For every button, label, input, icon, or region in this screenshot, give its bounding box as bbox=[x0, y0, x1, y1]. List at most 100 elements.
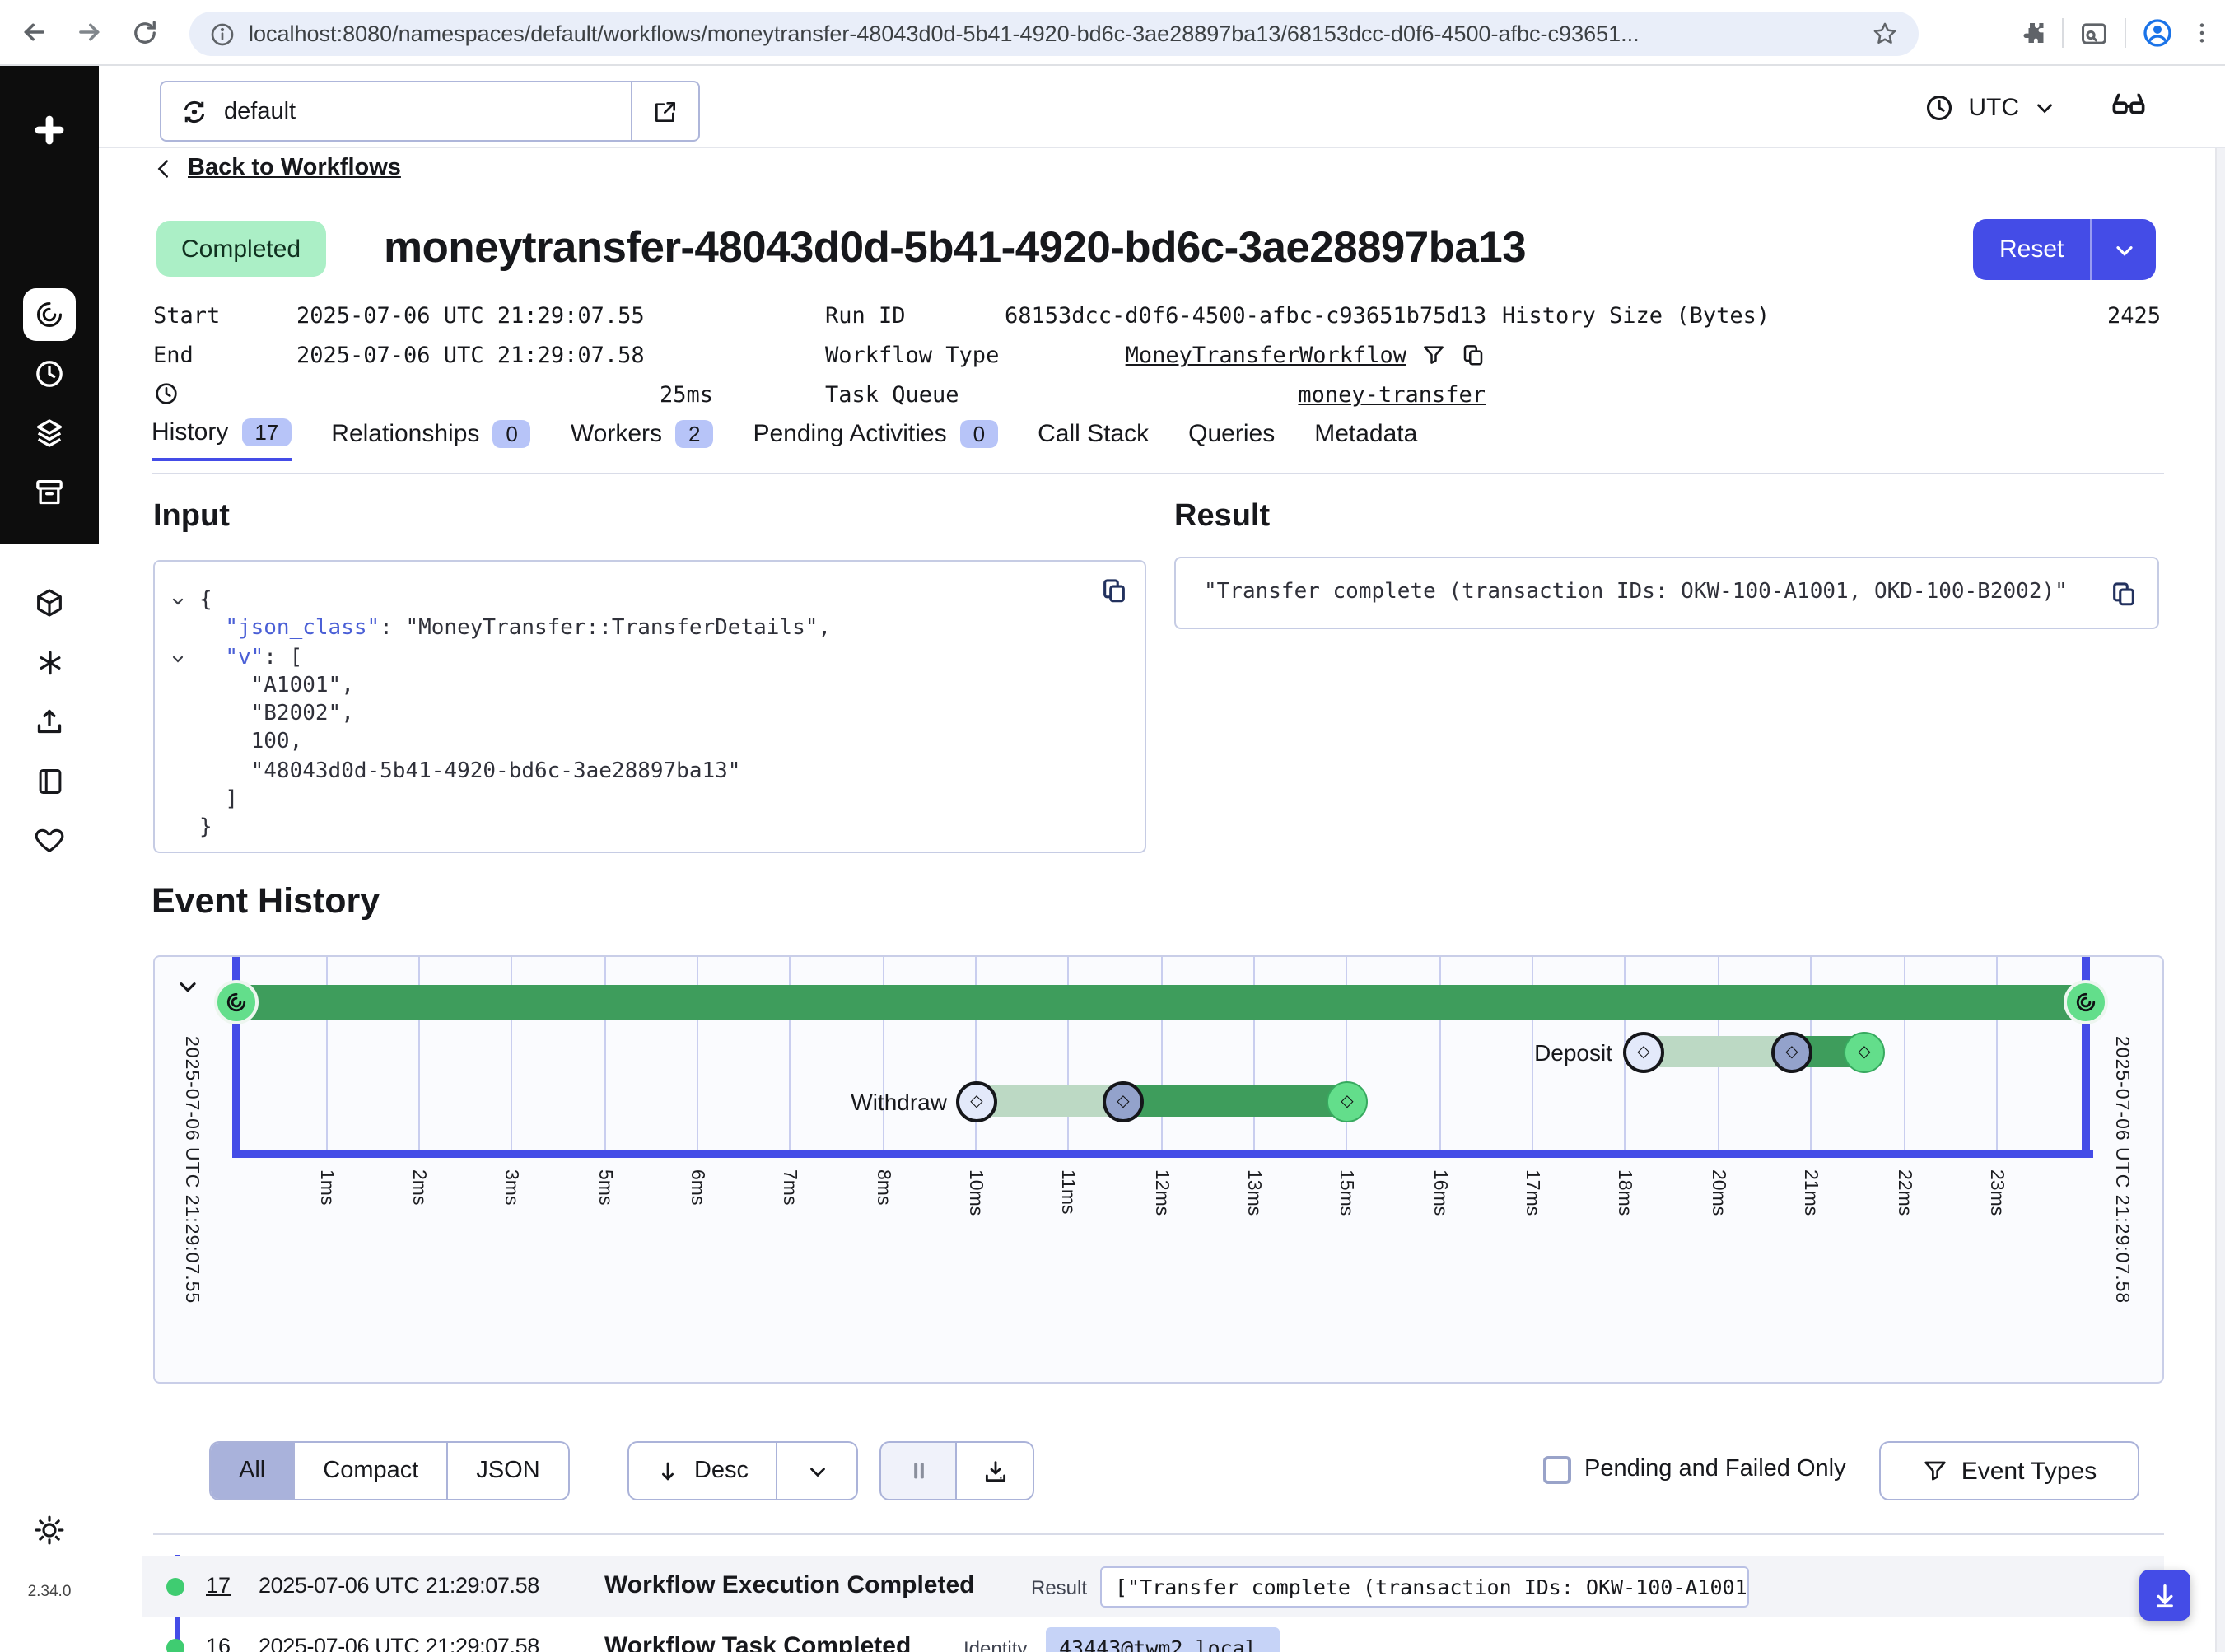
workflow-title: moneytransfer-48043d0d-5b41-4920-bd6c-3a… bbox=[384, 222, 1526, 273]
tab-history[interactable]: History17 bbox=[152, 418, 292, 461]
activity-started-marker[interactable]: ◇ bbox=[1771, 1032, 1812, 1073]
tab-relationships[interactable]: Relationships0 bbox=[331, 418, 531, 461]
workflow-start-marker[interactable] bbox=[214, 980, 259, 1024]
menu-dots-icon[interactable] bbox=[2189, 20, 2215, 46]
download-button[interactable] bbox=[955, 1441, 1034, 1500]
reload-icon[interactable] bbox=[122, 9, 168, 55]
tab-queries[interactable]: Queries bbox=[1188, 418, 1275, 461]
tab-count: 0 bbox=[960, 420, 998, 448]
namespace-selector[interactable]: default bbox=[160, 81, 700, 142]
filter-funnel-icon[interactable] bbox=[1421, 343, 1446, 367]
event-id-link[interactable]: 16 bbox=[206, 1634, 231, 1652]
event-row[interactable]: 16 2025-07-06 UTC 21:29:07.58 Workflow T… bbox=[142, 1617, 2164, 1652]
profile-icon[interactable] bbox=[2141, 16, 2174, 49]
chrome-actions bbox=[2017, 0, 2215, 66]
timezone-selector[interactable]: UTC bbox=[1924, 66, 2057, 148]
time-tick: 16ms bbox=[1430, 1169, 1449, 1216]
labs-glasses-icon[interactable] bbox=[2110, 87, 2148, 125]
event-row[interactable]: 17 2025-07-06 UTC 21:29:07.58 Workflow E… bbox=[142, 1556, 2164, 1617]
divider bbox=[2125, 18, 2126, 48]
activity-completed-marker[interactable]: ◇ bbox=[1844, 1032, 1885, 1073]
sidebar-item-nexus[interactable] bbox=[30, 583, 69, 623]
divider bbox=[153, 1533, 2164, 1535]
tab-workers[interactable]: Workers2 bbox=[571, 418, 714, 461]
sidebar-item-archive[interactable] bbox=[30, 473, 69, 512]
sidebar-item-feedback[interactable] bbox=[30, 820, 69, 860]
workflow-execution-bar[interactable] bbox=[236, 985, 2085, 1020]
divider bbox=[2062, 18, 2064, 48]
timeline-collapse-chevron-icon[interactable] bbox=[175, 973, 201, 1000]
tab-metadata[interactable]: Metadata bbox=[1314, 418, 1417, 461]
sort-dropdown-button[interactable] bbox=[776, 1441, 858, 1500]
time-tick: 2ms bbox=[408, 1169, 428, 1205]
time-tick: 1ms bbox=[316, 1169, 336, 1205]
time-tick: 6ms bbox=[687, 1169, 707, 1205]
input-heading: Input bbox=[153, 499, 230, 535]
task-queue-link[interactable]: money-transfer bbox=[1298, 382, 1486, 408]
timeline-bottom-axis bbox=[236, 1150, 2093, 1158]
event-detail-value: 43443@twm2.local bbox=[1046, 1627, 1280, 1652]
reset-dropdown-button[interactable] bbox=[2090, 219, 2156, 280]
collapse-chevron-icon[interactable] bbox=[170, 651, 193, 667]
sidebar-item-workflows[interactable] bbox=[23, 288, 76, 341]
info-icon[interactable] bbox=[209, 21, 236, 47]
event-id-link[interactable]: 17 bbox=[206, 1573, 231, 1598]
sidebar-item-labs[interactable] bbox=[30, 642, 69, 682]
copy-icon[interactable] bbox=[1461, 343, 1486, 367]
sidebar-item-deployments[interactable] bbox=[30, 413, 69, 453]
temporal-logo[interactable] bbox=[30, 110, 69, 150]
sidebar-item-import[interactable] bbox=[30, 702, 69, 741]
namespace-external-link[interactable] bbox=[631, 82, 698, 140]
copy-icon[interactable] bbox=[1100, 576, 1128, 604]
workflow-end-marker[interactable] bbox=[2064, 980, 2108, 1024]
tab-call-stack[interactable]: Call Stack bbox=[1038, 418, 1149, 461]
back-icon[interactable] bbox=[10, 9, 56, 55]
tab-pending-activities[interactable]: Pending Activities0 bbox=[753, 418, 998, 461]
activity-started-marker[interactable]: ◇ bbox=[1103, 1081, 1144, 1122]
pause-icon bbox=[907, 1459, 930, 1482]
copy-icon[interactable] bbox=[2110, 579, 2138, 607]
chevron-left-icon bbox=[152, 156, 176, 180]
star-icon[interactable] bbox=[1871, 20, 1899, 48]
history-size-value: 2425 bbox=[1746, 303, 2161, 329]
sort-desc-button[interactable]: Desc bbox=[627, 1441, 777, 1500]
pending-failed-checkbox[interactable] bbox=[1543, 1456, 1571, 1484]
event-timestamp: 2025-07-06 UTC 21:29:07.58 bbox=[259, 1573, 539, 1598]
time-tick: 21ms bbox=[1800, 1169, 1820, 1216]
extensions-icon[interactable] bbox=[2017, 18, 2047, 48]
event-types-button[interactable]: Event Types bbox=[1879, 1441, 2139, 1500]
view-json-button[interactable]: JSON bbox=[448, 1443, 567, 1499]
event-status-dot bbox=[166, 1639, 184, 1652]
arrow-down-icon bbox=[2151, 1581, 2179, 1609]
sidebar-item-docs[interactable] bbox=[30, 761, 69, 800]
view-compact-button[interactable]: Compact bbox=[295, 1443, 448, 1499]
activity-scheduled-marker[interactable]: ◇ bbox=[956, 1081, 997, 1122]
sort-desc-arrow-icon bbox=[656, 1458, 681, 1483]
address-bar[interactable]: localhost:8080/namespaces/default/workfl… bbox=[189, 12, 1919, 56]
view-all-button[interactable]: All bbox=[211, 1443, 295, 1499]
pause-button[interactable] bbox=[879, 1441, 957, 1500]
theme-sun-icon[interactable] bbox=[30, 1510, 69, 1550]
workflow-type-link[interactable]: MoneyTransferWorkflow bbox=[1126, 343, 1406, 369]
timeline-start-timestamp: 2025-07-06 UTC 21:29:07.55 bbox=[181, 1036, 201, 1304]
activity-scheduled-marker[interactable]: ◇ bbox=[1623, 1032, 1664, 1073]
time-tick: 5ms bbox=[595, 1169, 614, 1205]
activity-completed-marker[interactable]: ◇ bbox=[1327, 1081, 1368, 1122]
duration-value: 25ms bbox=[296, 382, 713, 408]
chevron-down-icon bbox=[805, 1458, 829, 1483]
time-tick: 22ms bbox=[1894, 1169, 1914, 1216]
browser-scrollbar[interactable] bbox=[2215, 66, 2225, 1652]
sidebar-item-schedules[interactable] bbox=[30, 354, 69, 394]
time-tick: 20ms bbox=[1708, 1169, 1728, 1216]
scroll-to-bottom-button[interactable] bbox=[2139, 1570, 2190, 1621]
url-text[interactable]: localhost:8080/namespaces/default/workfl… bbox=[249, 21, 1871, 46]
back-to-workflows-link[interactable]: Back to Workflows bbox=[152, 155, 401, 181]
run-id-value: 68153dcc-d0f6-4500-afbc-c93651b75d13 bbox=[1005, 303, 1486, 329]
collapse-chevron-icon[interactable] bbox=[170, 593, 193, 609]
side-panel-search-icon[interactable] bbox=[2078, 17, 2110, 49]
activity-label: Withdraw bbox=[851, 1089, 947, 1115]
time-tick: 12ms bbox=[1151, 1169, 1171, 1216]
forward-icon[interactable] bbox=[66, 9, 112, 55]
reset-button[interactable]: Reset bbox=[1973, 219, 2090, 280]
time-tick: 10ms bbox=[965, 1169, 985, 1216]
